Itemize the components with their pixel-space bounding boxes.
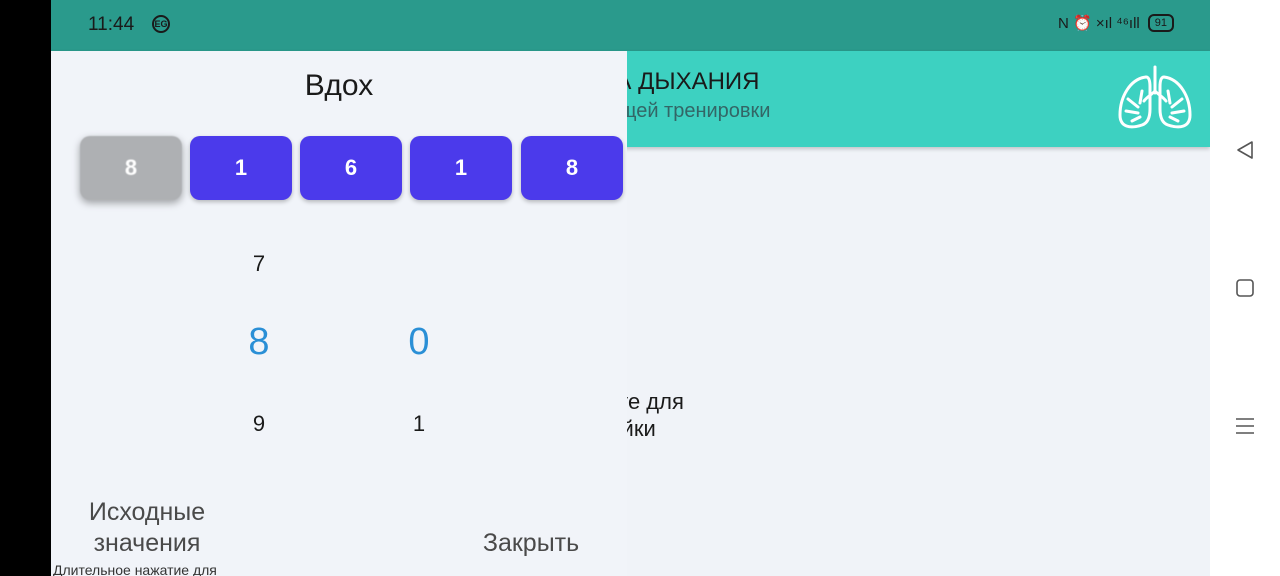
eg-badge-icon: EG [152,15,170,33]
digit-button-4[interactable]: 1 [410,136,512,200]
digit-button-3[interactable]: 6 [300,136,402,200]
picker2-below[interactable]: 1 [389,411,449,437]
status-time: 11:44 [88,14,135,35]
inhale-dialog: Вдох 8 1 6 1 8 7 8 9 0 1 Исходные значен… [51,51,627,576]
picker1-above[interactable]: 7 [229,251,289,277]
long-press-note: Длительное нажатие для [53,562,217,576]
picker2-selected[interactable]: 0 [389,321,449,364]
picker1-selected[interactable]: 8 [229,321,289,364]
status-bar: 11:44 EG N ⏰ ×ıl ⁴⁶ıll 91 [51,0,1210,51]
picker1-below[interactable]: 9 [229,411,289,437]
dialog-title: Вдох [304,69,374,102]
digit-button-5[interactable]: 8 [521,136,623,200]
lungs-icon [1118,65,1192,129]
back-icon[interactable] [1230,135,1260,165]
digit-button-2[interactable]: 1 [190,136,292,200]
reset-button[interactable]: Исходные значения [71,497,223,559]
status-icons: N ⏰ ×ıl ⁴⁶ıll 91 [1058,14,1174,32]
home-icon[interactable] [1230,273,1260,303]
close-button[interactable]: Закрыть [461,528,601,559]
battery-icon: 91 [1147,14,1174,32]
digit-button-1[interactable]: 8 [80,136,182,200]
menu-icon[interactable] [1230,411,1260,441]
status-indicators: N ⏰ ×ıl ⁴⁶ıll [1058,15,1140,32]
left-black-bar [0,0,51,576]
